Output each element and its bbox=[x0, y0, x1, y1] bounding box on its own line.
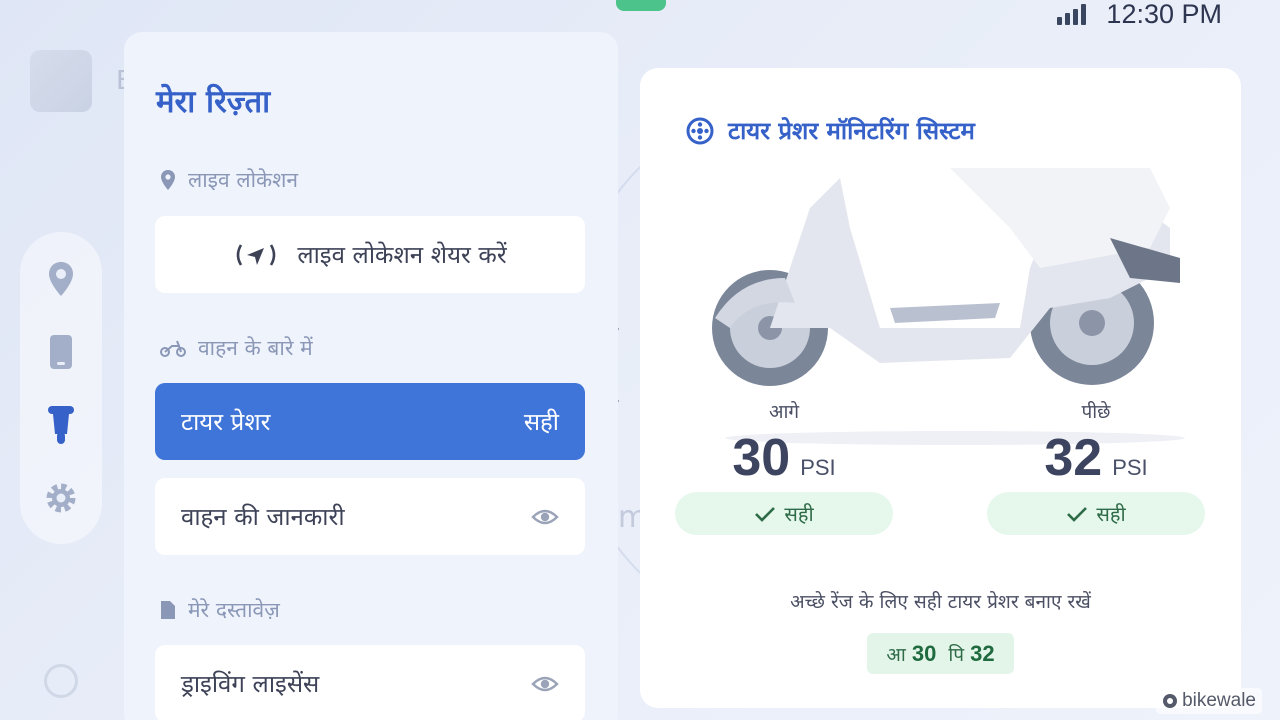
check-icon bbox=[1067, 506, 1088, 522]
share-live-location-button[interactable]: लाइव लोकेशन शेयर करें bbox=[155, 216, 585, 293]
vehicle-info-item[interactable]: वाहन की जानकारी bbox=[155, 478, 585, 555]
status-text: सही bbox=[1096, 502, 1126, 526]
document-icon bbox=[161, 601, 175, 619]
eye-icon[interactable] bbox=[531, 674, 559, 694]
status-text: सही bbox=[784, 502, 814, 526]
rear-mini-value: 32 bbox=[970, 640, 995, 666]
tyre-pressure-status: सही bbox=[523, 408, 559, 436]
status-bar: 12:30 PM bbox=[1057, 0, 1222, 29]
top-handle[interactable] bbox=[616, 0, 666, 11]
rear-tyre: पीछे 32 PSI सही bbox=[987, 398, 1205, 535]
pressure-hint: अच्छे रेंज के लिए सही टायर प्रेशर बनाए र… bbox=[790, 591, 1091, 613]
rear-status-badge: सही bbox=[987, 492, 1205, 535]
location-pin-icon bbox=[161, 170, 175, 190]
tyre-pressure-label: टायर प्रेशर bbox=[181, 408, 271, 436]
nav-rail bbox=[20, 232, 102, 544]
tyre-icon bbox=[686, 117, 714, 144]
background-thumbnail bbox=[30, 50, 92, 112]
front-status-badge: सही bbox=[675, 492, 893, 535]
section-label: मेरे दस्तावेज़ bbox=[188, 598, 280, 622]
driving-license-item[interactable]: ड्राइविंग लाइसेंस bbox=[155, 645, 585, 720]
section-label: वाहन के बारे में bbox=[198, 336, 313, 360]
share-label: लाइव लोकेशन शेयर करें bbox=[297, 241, 507, 269]
panel-title: मेरा रिज़्ता bbox=[156, 84, 271, 120]
rear-psi-value: 32 bbox=[1044, 429, 1103, 487]
front-mini-value: 30 bbox=[911, 640, 937, 666]
scooter-icon[interactable] bbox=[39, 403, 83, 447]
speedometer-icon bbox=[44, 664, 78, 698]
tyre-pressure-item[interactable]: टायर प्रेशर सही bbox=[155, 383, 585, 460]
tpms-header: टायर प्रेशर मॉनिटरिंग सिस्टम bbox=[686, 114, 975, 147]
section-label: लाइव लोकेशन bbox=[188, 168, 299, 192]
rear-prefix: पि bbox=[948, 643, 965, 666]
clock: 12:30 PM bbox=[1106, 0, 1222, 29]
driving-license-label: ड्राइविंग लाइसेंस bbox=[181, 670, 320, 698]
rear-label: पीछे bbox=[1081, 401, 1111, 423]
vehicle-section: वाहन के बारे में bbox=[160, 334, 313, 362]
watermark: bikewale bbox=[1156, 688, 1262, 714]
front-label: आगे bbox=[768, 401, 800, 423]
tpms-card: टायर प्रेशर मॉनिटरिंग सिस्टम आगे 30 PSI … bbox=[640, 68, 1241, 708]
my-ritza-panel: मेरा रिज़्ता लाइव लोकेशन लाइव लोकेशन शेय… bbox=[124, 32, 618, 720]
psi-unit: PSI bbox=[800, 455, 836, 480]
scooter-side-icon bbox=[160, 340, 186, 357]
check-icon bbox=[755, 506, 776, 522]
psi-unit: PSI bbox=[1112, 455, 1148, 480]
broadcast-navigation-icon bbox=[237, 243, 276, 266]
phone-icon[interactable] bbox=[39, 330, 83, 374]
tpms-title: टायर प्रेशर मॉनिटरिंग सिस्टम bbox=[728, 117, 975, 145]
gear-icon[interactable] bbox=[39, 476, 83, 520]
location-pin-icon[interactable] bbox=[39, 257, 83, 301]
documents-section: मेरे दस्तावेज़ bbox=[160, 596, 280, 624]
bikewale-logo-icon bbox=[1163, 694, 1178, 708]
watermark-text: bikewale bbox=[1182, 690, 1256, 711]
front-psi-value: 30 bbox=[732, 429, 791, 487]
eye-icon[interactable] bbox=[531, 507, 559, 527]
front-tyre: आगे 30 PSI सही bbox=[675, 398, 893, 535]
front-prefix: आ bbox=[886, 643, 906, 666]
signal-icon bbox=[1057, 3, 1087, 25]
pressure-summary-badge: आ 30 पि 32 bbox=[867, 633, 1014, 674]
live-location-section: लाइव लोकेशन bbox=[160, 166, 298, 194]
vehicle-info-label: वाहन की जानकारी bbox=[181, 503, 345, 531]
